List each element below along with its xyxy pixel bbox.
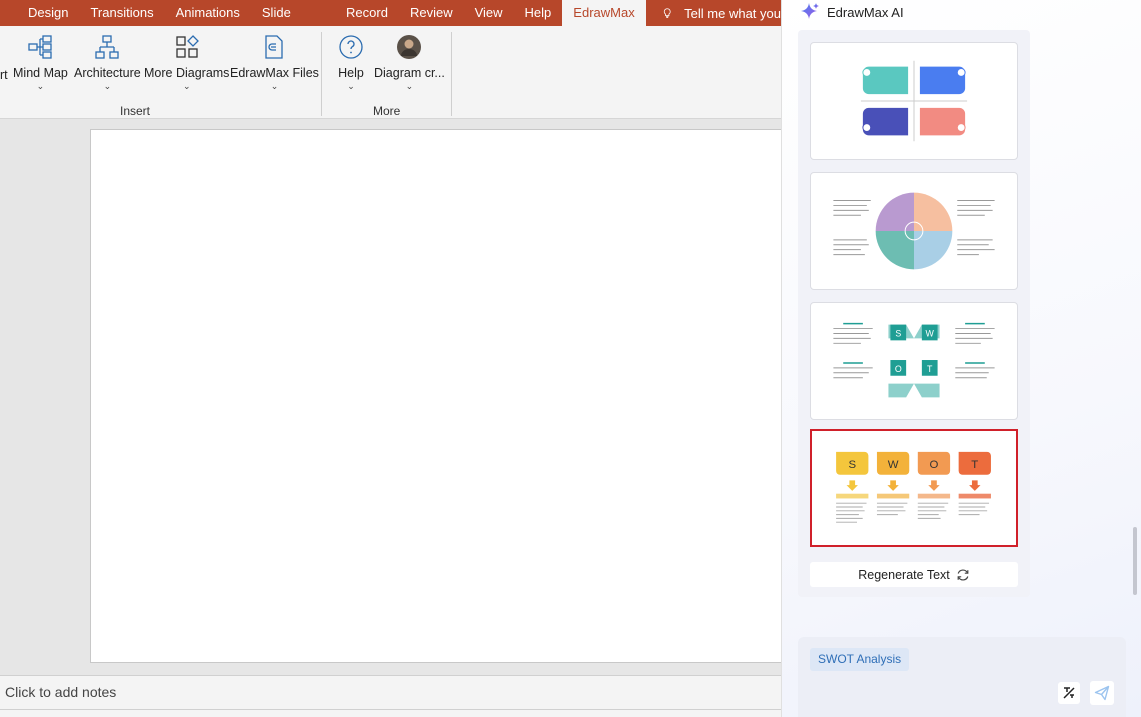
ribbon: rt Mind Map ⌄ Architecture ⌄ More Diagra… bbox=[0, 26, 781, 119]
swot-teal-thumbnail: S W O T bbox=[833, 322, 995, 398]
swot-letter-o: O bbox=[895, 364, 902, 374]
chevron-down-icon: ⌄ bbox=[405, 81, 414, 91]
mind-map-icon bbox=[28, 35, 53, 59]
regenerate-text-button[interactable]: Regenerate Text bbox=[810, 562, 1018, 587]
ribbon-divider bbox=[451, 32, 452, 116]
send-button[interactable] bbox=[1090, 681, 1114, 705]
edrawmax-files-button[interactable]: EdrawMax Files ⌄ bbox=[230, 34, 319, 91]
more-group-label: More bbox=[373, 104, 401, 118]
swot-letter-s: S bbox=[848, 459, 856, 471]
swot-colored-thumbnail: S W O T bbox=[836, 451, 991, 523]
notes-pane[interactable]: Click to add notes bbox=[0, 675, 781, 709]
diagram-creator-button[interactable]: Diagram cr... ⌄ bbox=[374, 34, 445, 91]
prompt-input-area[interactable]: SWOT Analysis bbox=[798, 637, 1126, 717]
notes-placeholder: Click to add notes bbox=[5, 684, 117, 700]
architecture-button[interactable]: Architecture ⌄ bbox=[74, 34, 141, 91]
tab-record[interactable]: Record bbox=[335, 0, 399, 26]
swot-letter-t: T bbox=[927, 364, 933, 374]
slide-canvas[interactable] bbox=[90, 129, 781, 663]
diagram-creator-avatar bbox=[397, 35, 422, 59]
tab-edrawmax[interactable]: EdrawMax bbox=[562, 0, 646, 26]
tab-review[interactable]: Review bbox=[399, 0, 464, 26]
refresh-icon bbox=[957, 569, 969, 580]
diagram-creator-label: Diagram cr... bbox=[374, 66, 445, 80]
tab-help[interactable]: Help bbox=[514, 0, 563, 26]
ribbon-divider bbox=[321, 32, 322, 116]
tab-view[interactable]: View bbox=[464, 0, 514, 26]
ai-sparkle-icon bbox=[801, 3, 819, 19]
partial-button-label: rt bbox=[0, 68, 8, 82]
menu-bar: Design Transitions Animations Slide Show… bbox=[0, 0, 781, 46]
swot-letter-t: T bbox=[971, 459, 978, 471]
mind-map-button[interactable]: Mind Map ⌄ bbox=[13, 34, 68, 91]
more-diagrams-button[interactable]: More Diagrams ⌄ bbox=[144, 34, 229, 91]
tab-animations[interactable]: Animations bbox=[165, 0, 251, 26]
help-icon bbox=[339, 35, 363, 59]
help-label: Help bbox=[338, 66, 364, 80]
tell-me-search[interactable]: Tell me what you bbox=[646, 5, 781, 21]
regenerate-label: Regenerate Text bbox=[858, 567, 950, 582]
mind-map-label: Mind Map bbox=[13, 66, 68, 80]
swot-letter-w: W bbox=[926, 328, 935, 338]
insert-group-label: Insert bbox=[120, 104, 151, 118]
more-diagrams-label: More Diagrams bbox=[144, 66, 230, 80]
clear-format-icon bbox=[1063, 687, 1075, 699]
swot-letter-o: O bbox=[930, 459, 939, 471]
edrawmax-files-icon bbox=[265, 35, 284, 59]
edrawmax-files-label: EdrawMax Files bbox=[230, 66, 319, 80]
panel-title: EdrawMax AI bbox=[827, 4, 904, 20]
quadrant-diagram-thumbnail bbox=[860, 60, 968, 142]
send-icon bbox=[1094, 685, 1110, 701]
swot-letter-w: W bbox=[888, 459, 899, 471]
architecture-label: Architecture bbox=[74, 66, 141, 80]
edrawmax-ai-panel: EdrawMax AI S W O T S W O T Regenerate T… bbox=[781, 0, 1141, 717]
tab-design[interactable]: Design bbox=[0, 0, 79, 26]
help-button[interactable]: Help ⌄ bbox=[338, 34, 364, 91]
prompt-chip[interactable]: SWOT Analysis bbox=[810, 648, 910, 671]
architecture-icon bbox=[95, 35, 119, 59]
template-card-swot-circle[interactable] bbox=[810, 172, 1018, 290]
chevron-down-icon: ⌄ bbox=[182, 81, 191, 91]
clear-format-button[interactable] bbox=[1058, 682, 1080, 704]
ribbon-partial-button[interactable]: rt bbox=[0, 68, 8, 82]
template-card-swot-colored[interactable]: S W O T bbox=[810, 429, 1018, 547]
swot-letter-s: S bbox=[895, 328, 901, 338]
panel-header: EdrawMax AI bbox=[800, 2, 904, 22]
panel-scrollbar[interactable] bbox=[1133, 527, 1137, 595]
status-bar bbox=[0, 709, 781, 717]
template-card-swot-teal[interactable]: S W O T bbox=[810, 302, 1018, 420]
tab-slide-show[interactable]: Slide Show bbox=[251, 0, 335, 46]
swot-circle-thumbnail bbox=[833, 192, 995, 270]
generated-results: S W O T S W O T Regenerate Text bbox=[798, 30, 1030, 597]
template-card-quadrant[interactable] bbox=[810, 42, 1018, 160]
more-diagrams-icon bbox=[176, 35, 199, 58]
slide-editor bbox=[0, 120, 781, 675]
chevron-down-icon: ⌄ bbox=[103, 81, 112, 91]
chevron-down-icon: ⌄ bbox=[347, 81, 355, 91]
chevron-down-icon: ⌄ bbox=[36, 81, 45, 91]
tell-me-label: Tell me what you bbox=[684, 5, 781, 21]
chevron-down-icon: ⌄ bbox=[270, 81, 279, 91]
lightbulb-icon bbox=[663, 8, 671, 18]
tab-transitions[interactable]: Transitions bbox=[79, 0, 164, 26]
